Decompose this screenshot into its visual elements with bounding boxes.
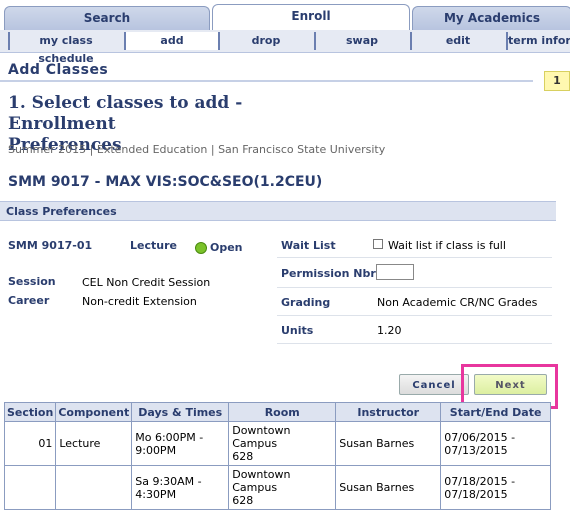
session-label: Session xyxy=(8,275,56,288)
subtab-swap[interactable]: swap xyxy=(314,32,408,50)
date-line: 07/06/2015 - xyxy=(444,430,516,444)
room-line: Downtown Campus xyxy=(232,468,291,494)
session-value: CEL Non Credit Session xyxy=(82,276,211,289)
divider xyxy=(277,315,552,316)
class-preferences-header: Class Preferences xyxy=(0,201,556,221)
subtab-edit[interactable]: edit xyxy=(410,32,504,50)
tab-enroll[interactable]: Enroll xyxy=(212,4,410,31)
waitlist-checkbox[interactable] xyxy=(373,239,383,249)
room-line: 628 xyxy=(232,450,254,463)
room-cell: Downtown Campus 628 xyxy=(228,421,337,466)
divider xyxy=(277,257,552,258)
subtab-add[interactable]: add xyxy=(124,32,218,50)
career-label: Career xyxy=(8,294,50,307)
column-header-instructor: Instructor xyxy=(335,402,442,422)
dates-cell: 07/06/2015 -07/13/2015 xyxy=(440,421,551,466)
grading-label: Grading xyxy=(281,296,331,309)
section-cell xyxy=(3,465,57,510)
column-header-room: Room xyxy=(228,402,337,422)
date-line: 07/18/2015 - xyxy=(444,474,516,488)
permission-number-input[interactable] xyxy=(376,264,414,280)
divider xyxy=(277,287,552,288)
room-line: 628 xyxy=(232,494,254,507)
days-times-line: 9:00PM xyxy=(135,443,177,457)
room-cell: Downtown Campus 628 xyxy=(228,465,337,510)
component-cell xyxy=(55,465,133,510)
tab-my-academics[interactable]: My Academics xyxy=(412,6,570,30)
permission-number-label: Permission Nbr xyxy=(281,267,376,280)
tab-search[interactable]: Search xyxy=(4,6,210,30)
subtab-my-class-schedule[interactable]: my class schedule xyxy=(8,32,122,65)
waitlist-checkbox-label: Wait list if class is full xyxy=(388,239,506,252)
days-times-line: Mo 6:00PM - xyxy=(135,430,204,444)
section-code-link[interactable]: SMM 9017-01 xyxy=(8,239,92,252)
step-heading-line1: 1. Select classes to add - Enrollment xyxy=(8,93,243,134)
days-times-line: Sa 9:30AM - xyxy=(135,474,202,488)
room-line: Downtown Campus xyxy=(232,424,291,450)
page-title: Add Classes xyxy=(8,62,109,78)
dates-cell: 07/18/2015 -07/18/2015 xyxy=(440,465,551,510)
units-value: 1.20 xyxy=(377,324,402,337)
section-type: Lecture xyxy=(130,239,177,252)
subtab-drop[interactable]: drop xyxy=(218,32,312,50)
subtab-term-information[interactable]: term inform xyxy=(506,32,570,50)
column-header-days-times: Days & Times xyxy=(131,402,230,422)
column-header-start-end-date: Start/End Date xyxy=(440,402,551,422)
table-row: 01 Lecture Mo 6:00PM -9:00PM Downtown Ca… xyxy=(3,421,551,466)
career-value: Non-credit Extension xyxy=(82,295,197,308)
cancel-button[interactable]: Cancel xyxy=(399,374,469,395)
course-title: SMM 9017 - MAX VIS:SOC&SEO(1.2CEU) xyxy=(8,174,323,190)
column-header-section: Section xyxy=(3,402,57,422)
section-status: Open xyxy=(210,241,243,254)
term-info: Summer 2015 | Extended Education | San F… xyxy=(8,143,386,156)
days-times-cell: Mo 6:00PM -9:00PM xyxy=(131,421,230,466)
days-times-cell: Sa 9:30AM -4:30PM xyxy=(131,465,230,510)
date-line: 07/13/2015 xyxy=(444,443,508,457)
divider xyxy=(277,343,552,344)
title-divider xyxy=(0,80,533,82)
grading-value: Non Academic CR/NC Grades xyxy=(377,296,538,309)
units-label: Units xyxy=(281,324,314,337)
column-header-component: Component xyxy=(55,402,133,422)
section-cell: 01 xyxy=(3,421,57,466)
step-badge: 1 xyxy=(544,71,570,91)
instructor-cell: Susan Barnes xyxy=(335,465,442,510)
days-times-line: 4:30PM xyxy=(135,487,177,501)
instructor-cell: Susan Barnes xyxy=(335,421,442,466)
component-cell: Lecture xyxy=(55,421,133,466)
waitlist-label: Wait List xyxy=(281,239,336,252)
date-line: 07/18/2015 xyxy=(444,487,508,501)
meeting-table: Section Component Days & Times Room Inst… xyxy=(3,402,551,510)
open-status-icon xyxy=(195,242,207,254)
table-row: Sa 9:30AM -4:30PM Downtown Campus 628 Sus… xyxy=(3,465,551,510)
